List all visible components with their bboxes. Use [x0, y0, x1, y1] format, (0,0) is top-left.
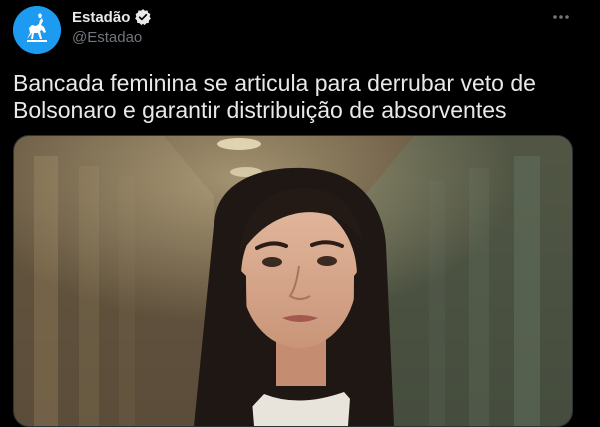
tweet-media-photo[interactable]: [13, 135, 573, 427]
verified-badge-icon: [135, 9, 152, 26]
author-handle[interactable]: @Estadao: [72, 29, 142, 46]
author-display-name[interactable]: Estadão: [72, 9, 130, 26]
tweet-card[interactable]: Estadão @Estadao Bancada feminina se art…: [0, 0, 600, 427]
photo-image: [14, 136, 572, 426]
author-avatar[interactable]: [13, 6, 61, 54]
more-horizontal-icon: [553, 15, 569, 19]
tweet-text: Bancada feminina se articula para derrub…: [13, 70, 536, 123]
author-name-row: Estadão: [72, 8, 152, 26]
more-options-button[interactable]: [548, 8, 574, 26]
horse-rider-logo-icon: [13, 6, 61, 54]
